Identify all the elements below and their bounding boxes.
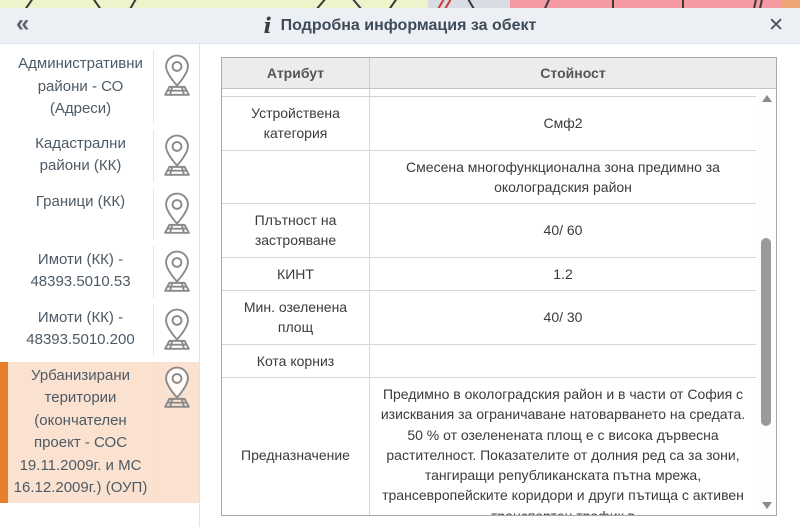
sidebar-layer-label: Кадастрални райони (КК) (0, 130, 153, 181)
map-line (682, 0, 684, 8)
table-row: Устройствена категория Смф2 (222, 97, 756, 151)
map-line (612, 0, 614, 8)
table-row: Мин. озеленена площ 40/ 30 (222, 291, 756, 345)
layers-sidebar: Административни райони - СО (Адреси) (0, 44, 200, 527)
map-pin-icon (153, 188, 199, 240)
sidebar-layer-item[interactable]: Административни райони - СО (Адреси) (0, 50, 199, 124)
table-row: Плътност на застрояване 40/ 60 (222, 204, 756, 258)
panel-header: « i Подробна информация за обект ✕ (0, 8, 800, 44)
value-cell: Смесена многофункционална зона предимно … (370, 151, 756, 204)
value-cell: Смф2 (370, 97, 756, 150)
map-background-strip (0, 0, 800, 8)
close-icon[interactable]: ✕ (768, 16, 784, 35)
scrollbar-thumb[interactable] (761, 238, 771, 425)
attribute-cell: Кота корниз (222, 345, 370, 377)
sidebar-layer-item[interactable]: Имоти (КК) - 48393.5010.200 (0, 304, 199, 356)
table-row: Кота корниз (222, 345, 756, 378)
value-cell: 1.2 (370, 258, 756, 290)
sidebar-layer-label: Имоти (КК) - 48393.5010.53 (0, 246, 153, 297)
table-scrollbar[interactable] (758, 89, 776, 515)
panel-body: Административни райони - СО (Адреси) (0, 44, 800, 527)
content-area: Атрибут Стойност Устройствена категория … (200, 44, 800, 527)
sidebar-layer-label: Имоти (КК) - 48393.5010.200 (0, 304, 153, 355)
attribute-cell: Плътност на застрояване (222, 204, 370, 257)
map-area-green (0, 0, 428, 8)
value-cell: Предимно в околоградския район и в части… (370, 378, 756, 515)
sidebar-layer-item[interactable]: Имоти (КК) - 48393.5010.53 (0, 246, 199, 298)
attribute-table: Атрибут Стойност Устройствена категория … (221, 57, 777, 516)
sidebar-layer-item[interactable]: Кадастрални райони (КК) (0, 130, 199, 182)
attribute-cell: Устройствена категория (222, 97, 370, 150)
column-header-value: Стойност (370, 58, 776, 88)
sidebar-layer-label: Граници (КК) (0, 188, 153, 217)
sidebar-layer-item[interactable]: Урбанизирани територии (окончателен прое… (0, 362, 199, 503)
map-pin-icon (153, 304, 199, 356)
map-area-orange (782, 0, 800, 8)
table-body: Устройствена категория Смф2 Смесена мног… (222, 89, 776, 515)
scroll-up-arrow[interactable] (762, 95, 772, 102)
panel-title: Подробна информация за обект (281, 17, 537, 35)
table-header-row: Атрибут Стойност (222, 58, 776, 89)
table-rows: Устройствена категория Смф2 Смесена мног… (222, 97, 756, 515)
info-icon: i (264, 15, 272, 36)
info-panel-screen: « i Подробна информация за обект ✕ Админ… (0, 0, 800, 527)
table-row: КИНТ 1.2 (222, 258, 756, 291)
map-area-pink (510, 0, 782, 8)
scroll-down-arrow[interactable] (762, 502, 772, 509)
panel-title-group: i Подробна информация за обект (0, 15, 800, 36)
attribute-cell: КИНТ (222, 258, 370, 290)
collapse-panel-icon[interactable]: « (16, 12, 29, 36)
attribute-cell: Предназначение (222, 378, 370, 515)
sidebar-layer-label: Урбанизирани територии (окончателен прое… (0, 362, 153, 503)
value-cell: 40/ 60 (370, 204, 756, 257)
attribute-cell (222, 151, 370, 204)
map-pin-icon (153, 130, 199, 182)
value-cell: 40/ 30 (370, 291, 756, 344)
selected-indicator-bar (0, 362, 8, 503)
sidebar-layer-item[interactable]: Граници (КК) (0, 188, 199, 240)
column-header-attribute: Атрибут (222, 58, 370, 88)
partially-scrolled-row (222, 89, 756, 97)
sidebar-layer-label: Административни райони - СО (Адреси) (0, 50, 153, 124)
table-row: Смесена многофункционална зона предимно … (222, 151, 756, 205)
map-pin-icon (153, 246, 199, 298)
table-row: Предназначение Предимно в околоградския … (222, 378, 756, 515)
attribute-cell: Мин. озеленена площ (222, 291, 370, 344)
map-pin-icon (153, 50, 199, 124)
map-pin-icon (153, 362, 199, 503)
value-cell (370, 345, 756, 377)
